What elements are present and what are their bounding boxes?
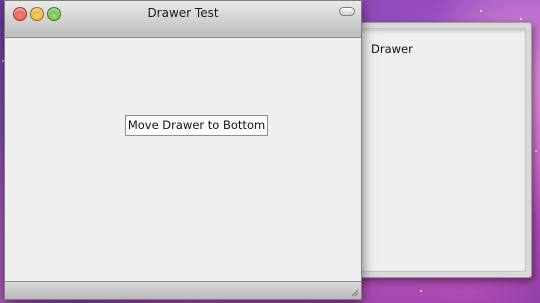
- resize-grip-icon[interactable]: [349, 287, 359, 297]
- window-title: Drawer Test: [147, 6, 219, 20]
- drawer-content: Drawer: [347, 28, 526, 272]
- star-decoration: [480, 10, 482, 12]
- move-drawer-button[interactable]: Move Drawer to Bottom: [125, 115, 268, 136]
- title-bar[interactable]: Drawer Test: [5, 1, 361, 38]
- status-bar: [5, 281, 361, 299]
- toolbar-toggle-icon[interactable]: [339, 7, 355, 16]
- drawer-panel: Drawer: [340, 22, 532, 278]
- star-decoration: [420, 290, 422, 292]
- desktop-background: Drawer Drawer Test Move Drawer to Bottom: [0, 0, 540, 303]
- drawer-label: Drawer: [371, 42, 413, 56]
- main-window: Drawer Test Move Drawer to Bottom: [4, 0, 362, 300]
- window-content: Move Drawer to Bottom: [5, 38, 361, 282]
- star-decoration: [520, 18, 522, 20]
- star-decoration: [535, 150, 537, 152]
